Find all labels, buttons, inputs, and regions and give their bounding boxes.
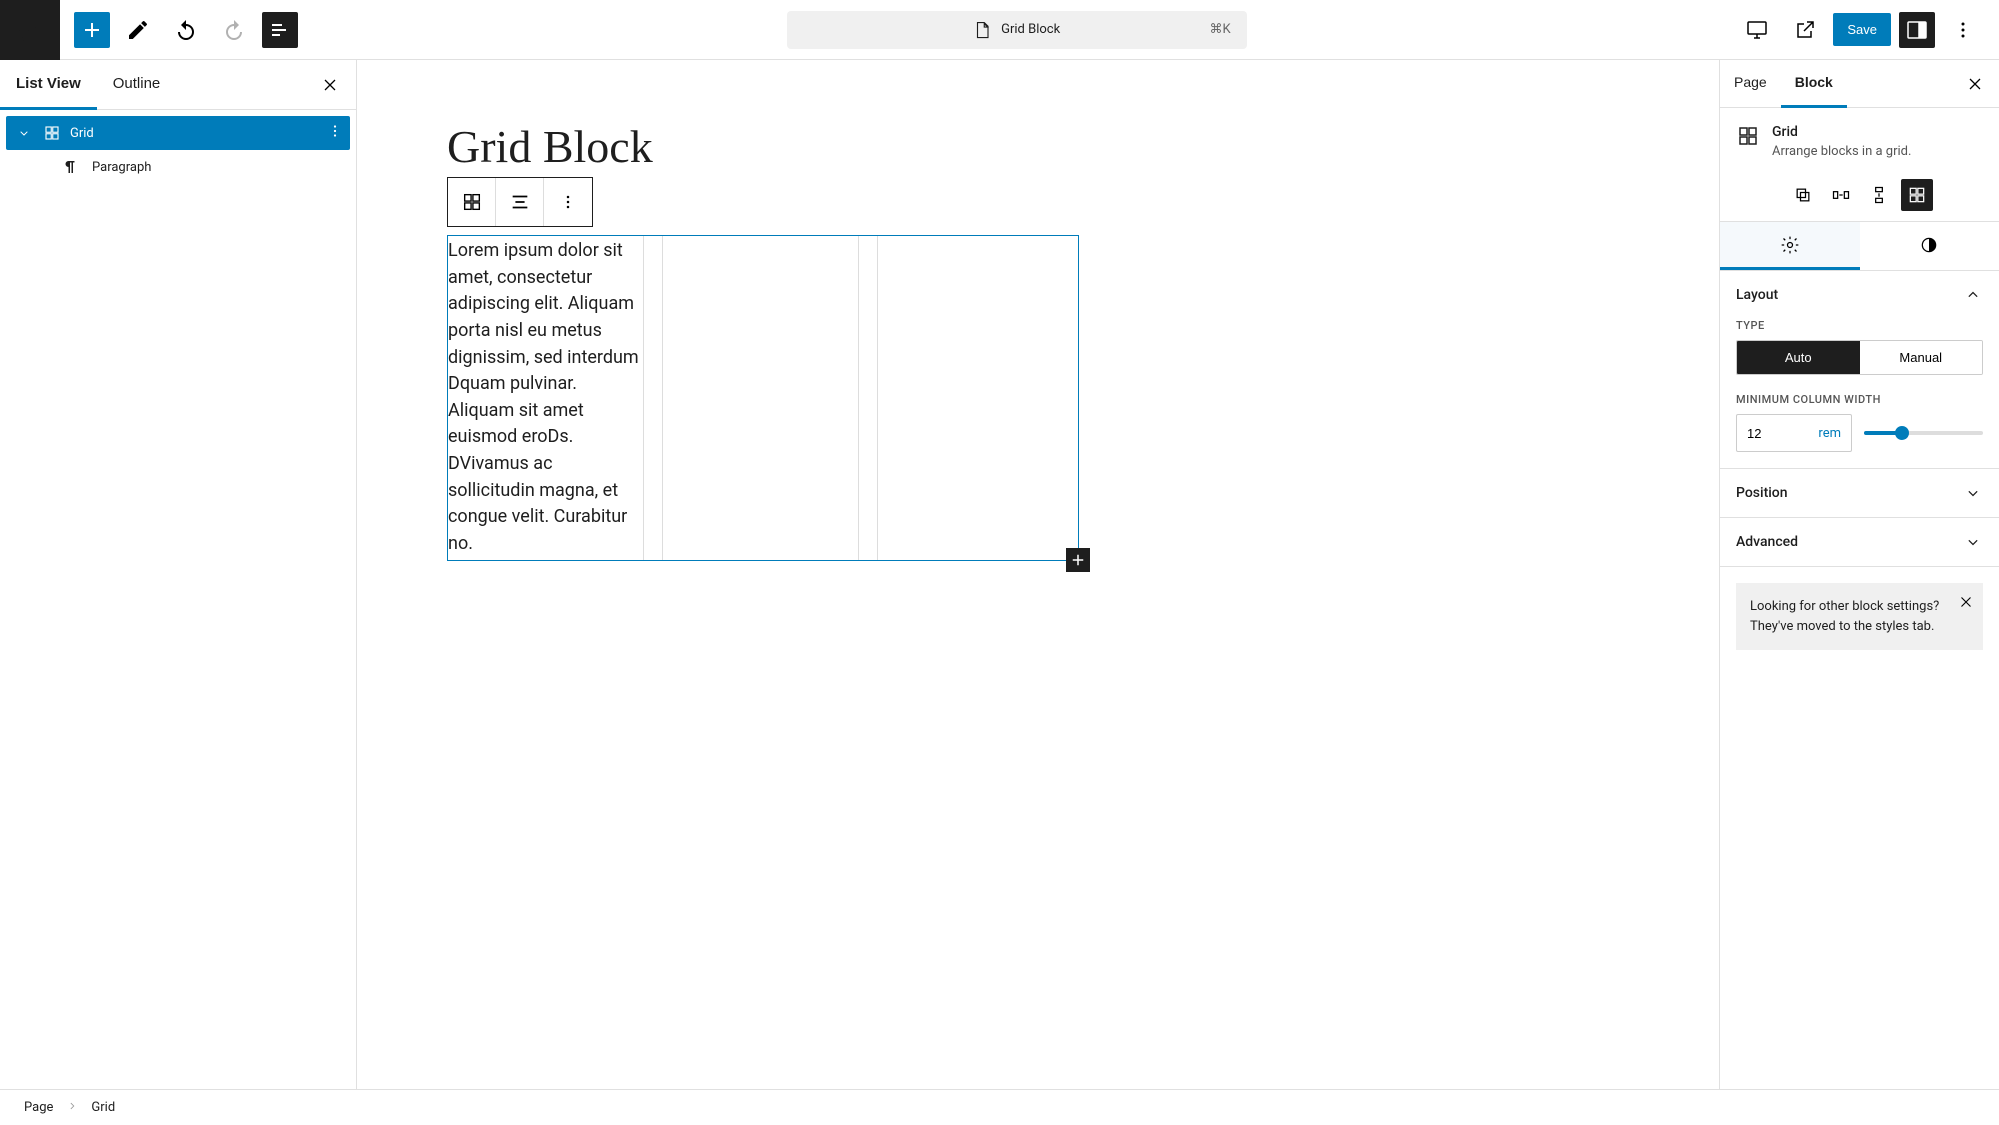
align-button[interactable] — [496, 178, 544, 226]
block-breadcrumb: Page Grid — [0, 1089, 1999, 1125]
chevron-right-icon — [65, 1099, 79, 1117]
grid-block[interactable]: Lorem ipsum dolor sit amet, consectetur … — [447, 235, 1079, 561]
grid-gap — [643, 236, 663, 560]
min-width-input[interactable] — [1747, 426, 1787, 441]
grid-cell[interactable] — [663, 236, 858, 560]
styles-notice: Looking for other block settings? They'v… — [1736, 583, 1983, 650]
document-overview-panel: List View Outline Grid Paragraph — [0, 60, 357, 1089]
variation-stack[interactable] — [1863, 179, 1895, 211]
tree-item-options[interactable] — [326, 122, 344, 144]
page-icon — [973, 21, 991, 39]
close-overview-button[interactable] — [316, 71, 344, 99]
chevron-up-icon — [1963, 285, 1983, 305]
panel-layout-header[interactable]: Layout — [1720, 271, 1999, 319]
undo-button[interactable] — [166, 10, 206, 50]
view-button[interactable] — [1737, 10, 1777, 50]
block-card: Grid Arrange blocks in a grid. — [1720, 108, 1999, 175]
command-shortcut: ⌘K — [1210, 22, 1231, 37]
panel-position-header[interactable]: Position — [1720, 469, 1999, 517]
tab-block[interactable]: Block — [1781, 60, 1847, 108]
grid-gap — [858, 236, 878, 560]
grid-icon — [1736, 124, 1760, 148]
tools-button[interactable] — [118, 10, 158, 50]
block-variations — [1720, 175, 1999, 221]
paragraph-icon — [60, 157, 80, 177]
chevron-down-icon — [1963, 532, 1983, 552]
notice-text: Looking for other block settings? They'v… — [1750, 599, 1939, 634]
block-title: Grid — [1772, 124, 1911, 140]
breadcrumb-grid[interactable]: Grid — [91, 1100, 115, 1115]
block-description: Arrange blocks in a grid. — [1772, 144, 1911, 159]
page-title[interactable]: Grid Block — [447, 120, 1659, 173]
top-toolbar: Grid Block ⌘K Save — [0, 0, 1999, 60]
block-inserter-button[interactable] — [74, 12, 110, 48]
min-width-slider[interactable] — [1864, 431, 1983, 435]
min-width-label: Minimum column width — [1736, 393, 1983, 406]
unit-selector[interactable]: rem — [1818, 426, 1841, 441]
variation-row[interactable] — [1825, 179, 1857, 211]
tab-page[interactable]: Page — [1720, 60, 1781, 108]
layout-manual-button[interactable]: Manual — [1860, 341, 1983, 374]
settings-sidebar: Page Block Grid Arrange blocks in a grid… — [1719, 60, 1999, 1089]
block-options-button[interactable] — [544, 178, 592, 226]
grid-icon — [42, 123, 62, 143]
block-toolbar — [447, 177, 593, 227]
chevron-down-icon — [1963, 483, 1983, 503]
panel-position: Position — [1720, 469, 1999, 518]
panel-advanced: Advanced — [1720, 518, 1999, 567]
chevron-down-icon[interactable] — [14, 125, 34, 141]
preview-button[interactable] — [1785, 10, 1825, 50]
tree-item-grid[interactable]: Grid — [6, 116, 350, 150]
panel-layout: Layout Type Auto Manual Minimum column w… — [1720, 271, 1999, 469]
layout-type-toggle: Auto Manual — [1736, 340, 1983, 375]
tab-list-view[interactable]: List View — [0, 60, 97, 110]
tree-item-label: Grid — [70, 126, 94, 141]
tab-styles[interactable] — [1860, 222, 1999, 270]
breadcrumb-page[interactable]: Page — [24, 1100, 53, 1115]
document-title: Grid Block — [1001, 22, 1060, 37]
tab-outline[interactable]: Outline — [97, 60, 177, 110]
settings-sidebar-toggle[interactable] — [1899, 12, 1935, 48]
panel-title: Advanced — [1736, 534, 1798, 550]
inspector-tabs — [1720, 221, 1999, 271]
redo-button[interactable] — [214, 10, 254, 50]
tree-item-paragraph[interactable]: Paragraph — [6, 150, 350, 184]
paragraph-block[interactable]: Lorem ipsum dolor sit amet, consectetur … — [448, 238, 643, 558]
panel-advanced-header[interactable]: Advanced — [1720, 518, 1999, 566]
add-block-button[interactable] — [1066, 548, 1090, 572]
variation-grid[interactable] — [1901, 179, 1933, 211]
type-label: Type — [1736, 319, 1983, 332]
dismiss-notice-button[interactable] — [1957, 593, 1975, 614]
wordpress-logo[interactable] — [0, 0, 60, 60]
save-button[interactable]: Save — [1833, 13, 1891, 46]
grid-cell[interactable]: Lorem ipsum dolor sit amet, consectetur … — [448, 236, 643, 560]
variation-group[interactable] — [1787, 179, 1819, 211]
close-settings-button[interactable] — [1961, 70, 1989, 98]
grid-cell[interactable] — [878, 236, 1073, 560]
document-title-bar[interactable]: Grid Block ⌘K — [787, 11, 1247, 49]
options-button[interactable] — [1943, 10, 1983, 50]
panel-title: Layout — [1736, 287, 1778, 303]
editor-canvas[interactable]: Grid Block Lorem ipsum dolor sit amet, c… — [357, 60, 1719, 1089]
layout-auto-button[interactable]: Auto — [1737, 341, 1860, 374]
tree-item-label: Paragraph — [92, 160, 151, 175]
tab-settings[interactable] — [1720, 222, 1860, 270]
min-width-input-group: rem — [1736, 414, 1852, 452]
block-type-button[interactable] — [448, 178, 496, 226]
panel-title: Position — [1736, 485, 1788, 501]
document-overview-button[interactable] — [262, 12, 298, 48]
